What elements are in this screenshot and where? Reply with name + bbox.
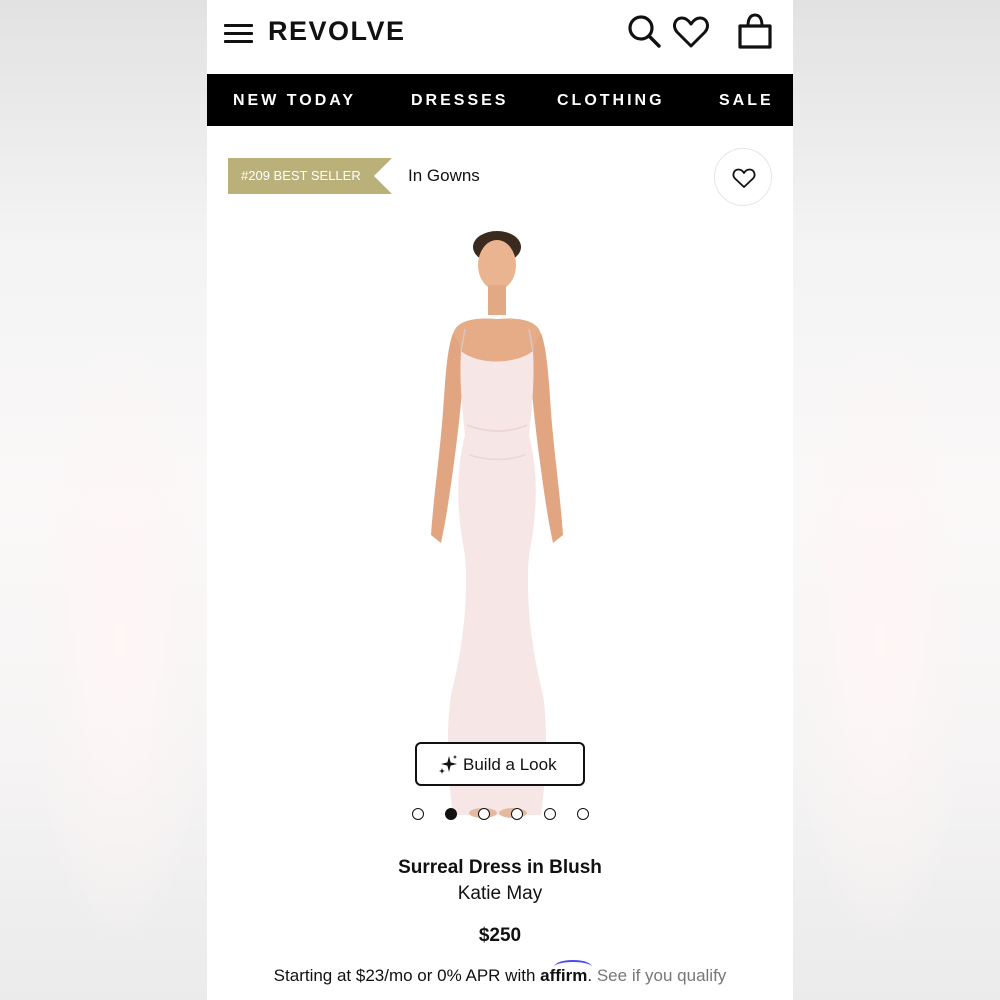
financing-prefix: Starting at $23/mo or 0% APR with	[273, 966, 536, 985]
main-nav: NEW TODAY DRESSES CLOTHING SALE	[207, 74, 793, 126]
nav-item-clothing[interactable]: CLOTHING	[557, 92, 665, 110]
mobile-page: REVOLVE NEW TODAY DRESSES CLOTHING SALE …	[207, 0, 793, 1000]
see-if-you-qualify-link[interactable]: See if you qualify	[597, 966, 726, 985]
product-brand[interactable]: Katie May	[207, 883, 793, 905]
nav-item-sale[interactable]: SALE	[719, 92, 774, 110]
nav-item-new-today[interactable]: NEW TODAY	[233, 92, 356, 110]
product-name: Surreal Dress in Blush	[398, 857, 602, 878]
backdrop-right	[790, 0, 1000, 1000]
carousel-dot[interactable]	[511, 808, 523, 820]
build-a-look-button[interactable]: Build a Look	[415, 742, 585, 786]
carousel-dot[interactable]	[544, 808, 556, 820]
menu-icon[interactable]	[224, 22, 254, 44]
site-logo[interactable]: REVOLVE	[268, 16, 406, 47]
product-price: $250	[478, 925, 522, 946]
affirm-arc-icon	[554, 960, 593, 974]
carousel-dot[interactable]	[412, 808, 424, 820]
add-to-wishlist-button[interactable]	[714, 148, 772, 206]
category-link[interactable]: In Gowns	[408, 166, 480, 186]
carousel-dots	[412, 808, 592, 822]
search-icon[interactable]	[624, 12, 664, 52]
heart-icon[interactable]	[671, 12, 711, 52]
build-a-look-label: Build a Look	[463, 755, 557, 774]
sparkle-icon	[439, 755, 457, 774]
carousel-dot[interactable]	[478, 808, 490, 820]
carousel-dot[interactable]	[577, 808, 589, 820]
best-seller-badge: #209 BEST SELLER	[228, 158, 392, 194]
nav-item-dresses[interactable]: DRESSES	[411, 92, 508, 110]
backdrop-left	[0, 0, 210, 1000]
financing-message: Starting at $23/mo or 0% APR with affirm…	[207, 960, 793, 986]
affirm-logo: affirm	[540, 960, 593, 985]
product-image[interactable]	[393, 225, 593, 825]
heart-outline-icon	[732, 168, 756, 188]
bag-icon[interactable]	[735, 12, 775, 52]
site-header: REVOLVE	[207, 0, 793, 74]
carousel-dot-active[interactable]	[445, 808, 457, 820]
